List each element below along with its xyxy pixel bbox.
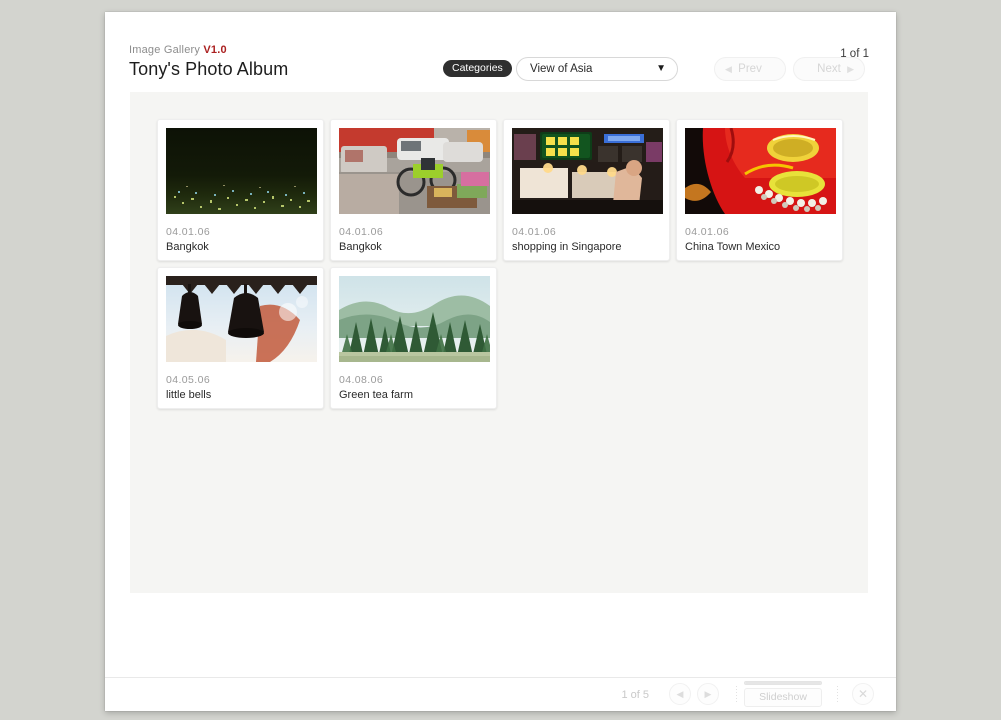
close-button[interactable]: ✕ bbox=[852, 683, 874, 705]
header: Image Gallery V1.0 Tony's Photo Album 1 … bbox=[105, 12, 896, 92]
photo-meta: 04.08.06 Green tea farm bbox=[339, 362, 488, 401]
green-forest-hillside-image bbox=[339, 276, 490, 362]
close-icon: ✕ bbox=[857, 687, 869, 701]
slideshow-button[interactable]: Slideshow bbox=[744, 688, 822, 707]
prev-page-label: Prev bbox=[738, 63, 762, 75]
prev-page-button[interactable]: ◀ Prev bbox=[714, 57, 786, 81]
version-label: V1.0 bbox=[203, 44, 227, 56]
slideshow-progress-fill bbox=[745, 682, 821, 684]
photo-caption: little bells bbox=[166, 389, 212, 401]
chevron-down-icon: ▼ bbox=[656, 63, 666, 74]
singapore-night-market-signs-image bbox=[512, 128, 663, 214]
photo-thumbnail[interactable] bbox=[339, 128, 490, 214]
photo-card[interactable]: 04.01.06 shopping in Singapore bbox=[503, 119, 670, 261]
categories-button[interactable]: Categories bbox=[443, 60, 512, 77]
photo-card[interactable]: 04.08.06 Green tea farm bbox=[330, 267, 497, 409]
photo-thumbnail[interactable] bbox=[166, 276, 317, 362]
photo-card[interactable]: 04.01.06 Bangkok bbox=[157, 119, 324, 261]
temple-bells-silhouette-image bbox=[166, 276, 317, 362]
photo-grid: 04.01.06 Bangkok 04.01.06 Bangkok 04.01.… bbox=[157, 119, 858, 409]
triangle-right-icon: ▶ bbox=[704, 689, 712, 699]
photo-caption: shopping in Singapore bbox=[512, 241, 622, 253]
photo-meta: 04.01.06 China Town Mexico bbox=[685, 214, 834, 253]
brand: Image Gallery V1.0 bbox=[129, 44, 227, 56]
next-page-label: Next bbox=[817, 63, 841, 75]
photo-caption: Green tea farm bbox=[339, 389, 413, 401]
photo-meta: 04.01.06 Bangkok bbox=[339, 214, 488, 253]
triangle-right-icon: ▶ bbox=[847, 64, 854, 74]
photo-caption: China Town Mexico bbox=[685, 241, 781, 253]
photo-meta: 04.01.06 Bangkok bbox=[166, 214, 315, 253]
slideshow-progress-track[interactable] bbox=[744, 681, 822, 685]
footer-next-button[interactable]: ▶ bbox=[697, 683, 719, 705]
page-title: Tony's Photo Album bbox=[129, 59, 289, 79]
category-select-value: View of Asia bbox=[530, 63, 593, 75]
photo-card[interactable]: 04.05.06 little bells bbox=[157, 267, 324, 409]
triangle-left-icon: ◀ bbox=[676, 689, 684, 699]
photo-caption: Bangkok bbox=[166, 241, 209, 253]
gallery-window: Image Gallery V1.0 Tony's Photo Album 1 … bbox=[105, 12, 896, 711]
photo-thumbnail[interactable] bbox=[166, 128, 317, 214]
red-lion-dance-head-image bbox=[685, 128, 836, 214]
photo-thumbnail[interactable] bbox=[512, 128, 663, 214]
photo-date: 04.08.06 bbox=[339, 374, 384, 386]
photo-card[interactable]: 04.01.06 China Town Mexico bbox=[676, 119, 843, 261]
photo-meta: 04.01.06 shopping in Singapore bbox=[512, 214, 661, 253]
bangkok-street-traffic-image bbox=[339, 128, 490, 214]
photo-thumbnail[interactable] bbox=[339, 276, 490, 362]
footer-separator bbox=[837, 686, 838, 703]
photo-date: 04.01.06 bbox=[339, 226, 384, 238]
footer-counter: 1 of 5 bbox=[621, 689, 649, 701]
slideshow-controls: Slideshow bbox=[744, 681, 822, 707]
footer-toolbar: 1 of 5 ◀ ▶ Slideshow ✕ bbox=[105, 677, 896, 711]
brand-name: Image Gallery bbox=[129, 44, 201, 56]
photo-date: 04.05.06 bbox=[166, 374, 211, 386]
triangle-left-icon: ◀ bbox=[725, 64, 732, 74]
photo-date: 04.01.06 bbox=[512, 226, 557, 238]
photo-meta: 04.05.06 little bells bbox=[166, 362, 315, 401]
footer-prev-button[interactable]: ◀ bbox=[669, 683, 691, 705]
category-select[interactable]: View of Asia ▼ bbox=[516, 57, 678, 81]
photo-thumbnail[interactable] bbox=[685, 128, 836, 214]
photo-date: 04.01.06 bbox=[166, 226, 211, 238]
next-page-button[interactable]: Next ▶ bbox=[793, 57, 865, 81]
gallery-panel: 04.01.06 Bangkok 04.01.06 Bangkok 04.01.… bbox=[130, 92, 868, 593]
bangkok-night-skyline-image bbox=[166, 128, 317, 214]
photo-card[interactable]: 04.01.06 Bangkok bbox=[330, 119, 497, 261]
photo-date: 04.01.06 bbox=[685, 226, 730, 238]
photo-caption: Bangkok bbox=[339, 241, 382, 253]
footer-separator bbox=[736, 686, 737, 703]
